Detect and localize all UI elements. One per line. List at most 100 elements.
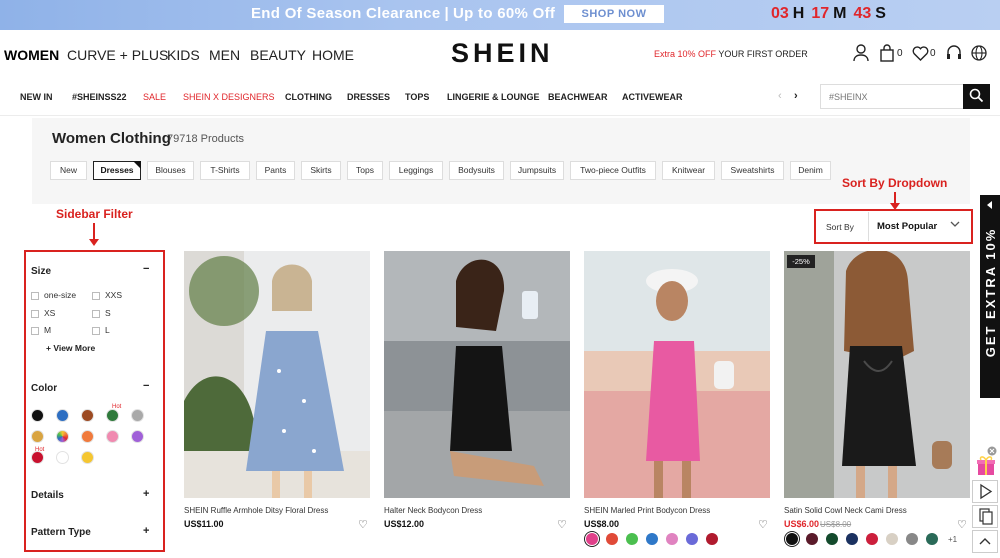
product-image[interactable] <box>784 251 970 498</box>
headset-icon[interactable] <box>946 44 962 62</box>
chip-t-shirts[interactable]: T-Shirts <box>200 161 250 180</box>
color-swatch[interactable] <box>31 430 44 443</box>
chip-new[interactable]: New <box>50 161 87 180</box>
play-button[interactable] <box>972 480 998 503</box>
chip-jumpsuits[interactable]: Jumpsuits <box>510 161 564 180</box>
size-option-m[interactable]: M <box>31 325 51 335</box>
category-women[interactable]: WOMEN <box>4 47 59 63</box>
chip-knitwear[interactable]: Knitwear <box>662 161 715 180</box>
chip-two-piece-outfits[interactable]: Two-piece Outfits <box>570 161 656 180</box>
color-swatch[interactable] <box>131 409 144 422</box>
color-swatch[interactable] <box>106 430 119 443</box>
nav-next-arrow[interactable]: › <box>794 90 798 102</box>
product-title[interactable]: SHEIN Ruffle Armhole Ditsy Floral Dress <box>184 506 328 515</box>
size-option-xs[interactable]: XS <box>31 308 55 318</box>
category-home[interactable]: HOME <box>312 47 354 63</box>
product-color-dot[interactable] <box>886 533 898 545</box>
wishlist-heart-icon[interactable]: ♡ <box>358 518 368 531</box>
product-color-dot[interactable] <box>626 533 638 545</box>
product-color-dot[interactable] <box>786 533 798 545</box>
user-icon[interactable] <box>853 44 869 62</box>
color-swatch[interactable] <box>31 409 44 422</box>
checkbox[interactable] <box>31 291 39 300</box>
checkbox[interactable] <box>31 326 39 335</box>
back-to-top-button[interactable] <box>972 530 998 553</box>
nav-lingerie-lounge[interactable]: LINGERIE & LOUNGE <box>447 92 540 102</box>
chip-pants[interactable]: Pants <box>256 161 295 180</box>
color-swatch[interactable] <box>81 409 94 422</box>
nav-new-in[interactable]: NEW IN <box>20 92 53 102</box>
first-order-offer[interactable]: Extra 10% OFF YOUR FIRST ORDER <box>654 49 808 59</box>
product-image[interactable] <box>584 251 770 498</box>
more-colors[interactable]: +1 <box>948 535 957 544</box>
chip-leggings[interactable]: Leggings <box>389 161 443 180</box>
color-swatch[interactable] <box>131 430 144 443</box>
nav-sale[interactable]: SALE <box>143 92 166 102</box>
product-color-dot[interactable] <box>706 533 718 545</box>
get-extra-tab[interactable]: GET EXTRA 10% <box>980 195 1000 398</box>
filter-size-toggle[interactable]: − <box>143 263 149 275</box>
product-color-dot[interactable] <box>646 533 658 545</box>
nav-clothing[interactable]: CLOTHING <box>285 92 332 102</box>
heart-icon[interactable] <box>912 44 929 62</box>
chip-sweatshirts[interactable]: Sweatshirts <box>721 161 784 180</box>
nav-sheinss22[interactable]: #SHEINSS22 <box>72 92 127 102</box>
wishlist-heart-icon[interactable]: ♡ <box>758 518 768 531</box>
filter-color-title[interactable]: Color <box>31 383 57 394</box>
checkbox[interactable] <box>92 309 100 318</box>
product-title[interactable]: Halter Neck Bodycon Dress <box>384 506 482 515</box>
color-swatch[interactable] <box>56 430 69 443</box>
product-color-dot[interactable] <box>666 533 678 545</box>
product-title[interactable]: SHEIN Marled Print Bodycon Dress <box>584 506 710 515</box>
product-color-dot[interactable] <box>586 533 598 545</box>
size-option-l[interactable]: L <box>92 325 110 335</box>
product-image[interactable] <box>384 251 570 498</box>
chip-denim[interactable]: Denim <box>790 161 831 180</box>
shein-logo[interactable]: SHEIN <box>451 38 554 69</box>
color-swatch[interactable] <box>106 409 119 422</box>
product-color-dot[interactable] <box>826 533 838 545</box>
chip-tops[interactable]: Tops <box>347 161 383 180</box>
category-beauty[interactable]: BEAUTY <box>250 47 306 63</box>
sort-dropdown[interactable]: Most Popular <box>868 212 968 241</box>
size-option-s[interactable]: S <box>92 308 111 318</box>
checkbox[interactable] <box>92 291 100 300</box>
gift-icon[interactable] <box>975 454 997 476</box>
checkbox[interactable] <box>92 326 100 335</box>
view-more-sizes[interactable]: + View More <box>46 343 95 353</box>
search-input[interactable] <box>820 84 963 109</box>
category-men[interactable]: MEN <box>209 47 240 63</box>
chip-bodysuits[interactable]: Bodysuits <box>449 161 504 180</box>
wishlist-heart-icon[interactable]: ♡ <box>957 518 967 531</box>
product-color-dot[interactable] <box>806 533 818 545</box>
product-color-dot[interactable] <box>846 533 858 545</box>
chip-blouses[interactable]: Blouses <box>147 161 194 180</box>
color-swatch[interactable] <box>81 451 94 464</box>
shop-now-button[interactable]: SHOP NOW <box>564 5 664 23</box>
color-swatch[interactable] <box>56 409 69 422</box>
filter-details-toggle[interactable]: + <box>143 488 149 500</box>
color-swatch[interactable] <box>56 451 69 464</box>
filter-color-toggle[interactable]: − <box>143 380 149 392</box>
product-title[interactable]: Satin Solid Cowl Neck Cami Dress <box>784 506 907 515</box>
search-button[interactable] <box>963 84 990 109</box>
category-kids[interactable]: KIDS <box>167 47 200 63</box>
product-color-dot[interactable] <box>926 533 938 545</box>
filter-pattern-type-toggle[interactable]: + <box>143 525 149 537</box>
product-color-dot[interactable] <box>866 533 878 545</box>
product-color-dot[interactable] <box>906 533 918 545</box>
product-image[interactable] <box>184 251 370 498</box>
wishlist-heart-icon[interactable]: ♡ <box>557 518 567 531</box>
product-color-dot[interactable] <box>606 533 618 545</box>
nav-dresses[interactable]: DRESSES <box>347 92 390 102</box>
filter-pattern-type-title[interactable]: Pattern Type <box>31 527 91 538</box>
size-option-one-size[interactable]: one-size <box>31 290 76 300</box>
product-color-dot[interactable] <box>686 533 698 545</box>
globe-icon[interactable] <box>971 44 987 62</box>
chip-dresses[interactable]: Dresses <box>93 161 141 180</box>
filter-size-title[interactable]: Size <box>31 266 51 277</box>
nav-tops[interactable]: TOPS <box>405 92 429 102</box>
color-swatch[interactable] <box>81 430 94 443</box>
filter-details-title[interactable]: Details <box>31 490 64 501</box>
promo-banner[interactable]: End Of Season Clearance | Up to 60% Off SH… <box>0 0 1000 30</box>
